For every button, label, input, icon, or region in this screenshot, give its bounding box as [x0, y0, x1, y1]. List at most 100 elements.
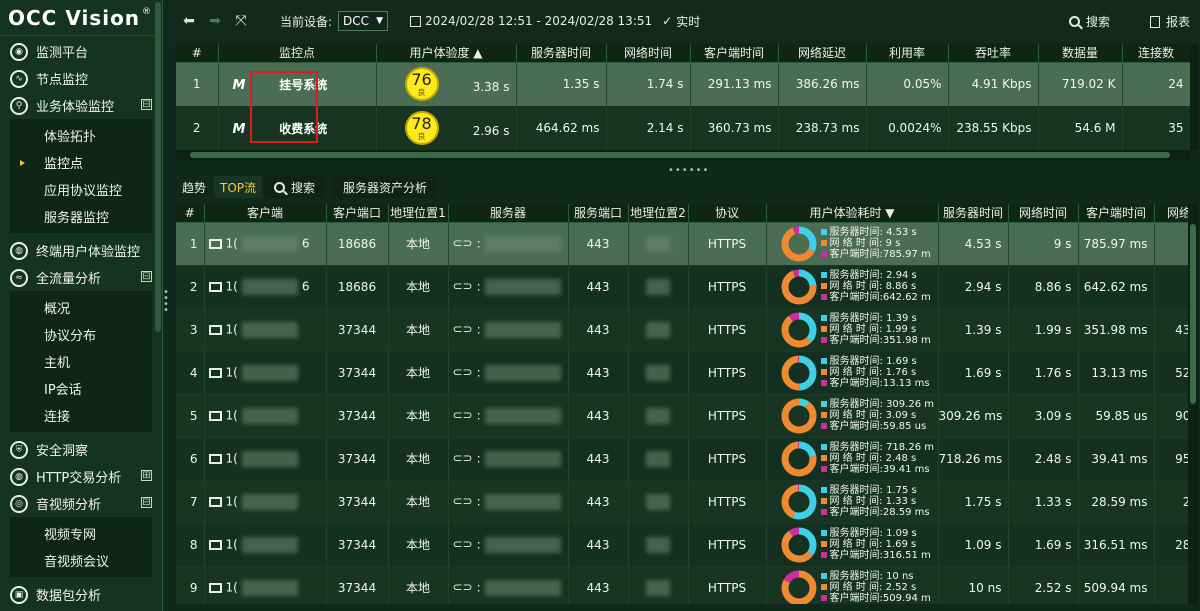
col-header-client-time[interactable]: 客户端时间	[690, 44, 779, 63]
sidebar-subitem-protocol-dist[interactable]: 协议分布	[10, 321, 152, 348]
server-time-cell: 2.94 s	[938, 265, 1009, 309]
server-time-cell: 1.09 s	[938, 523, 1009, 567]
legend-value: 8.86 s	[885, 281, 917, 292]
legend-server: 服务器时间: 4.53 s	[820, 227, 931, 238]
device-select[interactable]: DCC ▼	[338, 11, 389, 31]
time-breakdown-donut	[781, 355, 816, 390]
col-header-utilization[interactable]: 利用率	[866, 44, 949, 63]
tab-search[interactable]: 搜索	[264, 176, 326, 198]
col-header-index[interactable]: #	[176, 204, 205, 223]
legend-value: 1.69 s	[885, 539, 917, 550]
sidebar-subitem-ip-session[interactable]: IP会话	[10, 375, 152, 402]
col-header-index[interactable]: #	[176, 44, 219, 63]
server-port-cell: 443	[568, 480, 629, 524]
forward-arrow-icon[interactable]: ➡	[204, 10, 226, 32]
tab-top-flow[interactable]: TOP流	[214, 176, 263, 198]
table-row[interactable]: 2 M 收费系统 78 良 2.96 s 464.62 ms 2.14 s 36…	[176, 106, 1191, 150]
table-row[interactable]: 8 1(37344 本地 ⊂⊃:443 HTTPS 服务器时间: 1.09 s网 络 时 …	[176, 523, 1188, 567]
search-button[interactable]: 搜索	[1068, 13, 1110, 30]
col-header-latency[interactable]: 网络延迟	[778, 44, 867, 63]
col-header-network-time[interactable]: 网络时间	[1008, 204, 1079, 223]
col-header-client[interactable]: 客户端	[204, 204, 327, 223]
donut-legend: 服务器时间: 718.26 m网 络 时 间: 2.48 s 客户端时间:39.4…	[820, 442, 934, 475]
sidebar-subitem-server-monitor[interactable]: 服务器监控	[10, 203, 152, 230]
collapse-icon[interactable]: ⊟	[141, 271, 152, 282]
redacted-block	[241, 536, 298, 553]
sidebar-subitem-monitor-point[interactable]: 监控点	[10, 149, 152, 176]
legend-client: 客户端时间:13.13 ms	[820, 378, 930, 389]
scrollbar-thumb[interactable]	[1190, 224, 1196, 404]
panel-splitter[interactable]: ••••••	[668, 165, 709, 176]
sidebar-item-http[interactable]: ◍ HTTP交易分析 ⊞	[0, 463, 162, 490]
lower-table-vscrollbar[interactable]	[1188, 204, 1198, 604]
sidebar-item-security[interactable]: ⛨ 安全洞察	[0, 436, 162, 463]
tab-server-asset[interactable]: 服务器资产分析	[333, 176, 438, 198]
expand-icon[interactable]: ⊞	[141, 470, 152, 481]
sidebar-item-label: 业务体验监控	[36, 100, 115, 115]
sidebar-scrollbar[interactable]	[155, 2, 161, 332]
table-row[interactable]: 1 1(6 18686 本地 ⊂⊃:443 HTTPS 服务器时间: 4.53 s网 络 时…	[176, 222, 1188, 266]
col-header-volume[interactable]: 数据量	[1038, 44, 1123, 63]
time-range[interactable]: 2024/02/28 12:51 - 2024/02/28 13:51	[410, 14, 652, 28]
sidebar-subitem-av-meeting[interactable]: 音视频会议	[10, 547, 152, 574]
sidebar-item-full-flow[interactable]: ≈ 全流量分析 ⊟	[0, 264, 162, 291]
sidebar-subitem-topology[interactable]: 体验拓扑	[10, 122, 152, 149]
col-header-throughput[interactable]: 吞吐率	[948, 44, 1039, 63]
col-header-server-time[interactable]: 服务器时间	[938, 204, 1009, 223]
table-row[interactable]: 6 1(37344 本地 ⊂⊃:443 HTTPS 服务器时间: 718.26 m网 络 …	[176, 437, 1188, 481]
legend-net: 网 络 时 间: 9 s	[820, 238, 931, 249]
scrollbar-thumb[interactable]	[190, 152, 1170, 158]
legend-value: 309.26 m	[886, 399, 934, 410]
sidebar-subitem-host[interactable]: 主机	[10, 348, 152, 375]
sidebar-resize-handle[interactable]: • • • •	[163, 288, 169, 320]
col-header-protocol[interactable]: 协议	[688, 204, 767, 223]
geo2-cell	[628, 308, 689, 352]
legend-client: 客户端时间:59.85 us	[820, 421, 934, 432]
col-header-latency[interactable]: 网络延	[1154, 204, 1188, 223]
col-header-network-time[interactable]: 网络时间	[606, 44, 691, 63]
sidebar-item-monitor-platform[interactable]: ◉ 监测平台	[0, 38, 162, 65]
sidebar-item-packet[interactable]: ▣ 数据包分析	[0, 581, 162, 608]
col-header-connections[interactable]: 连接数	[1122, 44, 1191, 63]
sidebar-item-node-monitor[interactable]: ∿ 节点监控	[0, 65, 162, 92]
client-time-cell: 785.97 ms	[1078, 222, 1155, 266]
link-icon: ⊂⊃	[452, 494, 473, 508]
col-header-user-experience-time[interactable]: 用户体验耗时 ▼	[766, 204, 939, 223]
sidebar-subitem-connection[interactable]: 连接	[10, 402, 152, 429]
upper-table-vscrollbar[interactable]	[1190, 44, 1198, 150]
fullscreen-icon[interactable]: ⤧	[230, 10, 252, 32]
col-header-client-port[interactable]: 客户端口	[326, 204, 389, 223]
latency-cell: 529.7	[1154, 351, 1188, 395]
realtime-toggle[interactable]: ✓ 实时	[662, 13, 700, 30]
col-header-user-experience[interactable]: 用户体验度 ▲	[376, 44, 517, 63]
table-row[interactable]: 3 1(37344 本地 ⊂⊃:443 HTTPS 服务器时间: 1.39 s网 络 时 …	[176, 308, 1188, 352]
redacted-block	[484, 536, 561, 553]
col-header-server-port[interactable]: 服务端口	[568, 204, 629, 223]
col-header-monitor-point[interactable]: 监控点	[218, 44, 377, 63]
table-row[interactable]: 5 1(37344 本地 ⊂⊃:443 HTTPS 服务器时间: 309.26 m网 络 …	[176, 394, 1188, 438]
col-header-client-time[interactable]: 客户端时间	[1078, 204, 1155, 223]
sidebar-item-av[interactable]: ◎ 音视频分析 ⊟	[0, 490, 162, 517]
collapse-icon[interactable]: ⊟	[141, 99, 152, 110]
col-header-geo2[interactable]: 地理位置2	[628, 204, 689, 223]
sidebar-subitem-app-protocol[interactable]: 应用协议监控	[10, 176, 152, 203]
table-row[interactable]: 9 1(37344 本地 ⊂⊃:443 HTTPS 服务器时间: 10 ns 网 络 时 间…	[176, 566, 1188, 604]
sidebar-item-end-user[interactable]: ◍ 终端用户体验监控	[0, 237, 162, 264]
tab-trend[interactable]: 趋势	[176, 176, 212, 198]
upper-table-hscrollbar[interactable]	[176, 150, 1190, 160]
table-row[interactable]: 7 1(37344 本地 ⊂⊃:443 HTTPS 服务器时间: 1.75 s网 络 时 …	[176, 480, 1188, 524]
collapse-icon[interactable]: ⊟	[141, 497, 152, 508]
network-time-cell: 8.86 s	[1008, 265, 1079, 309]
col-header-server[interactable]: 服务器	[448, 204, 569, 223]
table-row[interactable]: 4 1(37344 本地 ⊂⊃:443 HTTPS 服务器时间: 1.69 s网 络 时 …	[176, 351, 1188, 395]
sidebar-item-business-experience[interactable]: ⚲ 业务体验监控 ⊟	[0, 92, 162, 119]
report-button[interactable]: 报表	[1149, 13, 1190, 30]
table-row[interactable]: 1 M 挂号系统 76 良 3.38 s 1.35 s 1.74 s 291.1…	[176, 62, 1191, 106]
sidebar-subitem-video-net[interactable]: 视频专网	[10, 520, 152, 547]
legend-value: 509.94 m	[882, 593, 931, 604]
col-header-server-time[interactable]: 服务器时间	[516, 44, 607, 63]
sidebar-subitem-overview[interactable]: 概况	[10, 294, 152, 321]
col-header-geo1[interactable]: 地理位置1	[388, 204, 449, 223]
table-row[interactable]: 2 1(6 18686 本地 ⊂⊃:443 HTTPS 服务器时间: 2.94 s网 络 时…	[176, 265, 1188, 309]
back-arrow-icon[interactable]: ⬅	[178, 10, 200, 32]
